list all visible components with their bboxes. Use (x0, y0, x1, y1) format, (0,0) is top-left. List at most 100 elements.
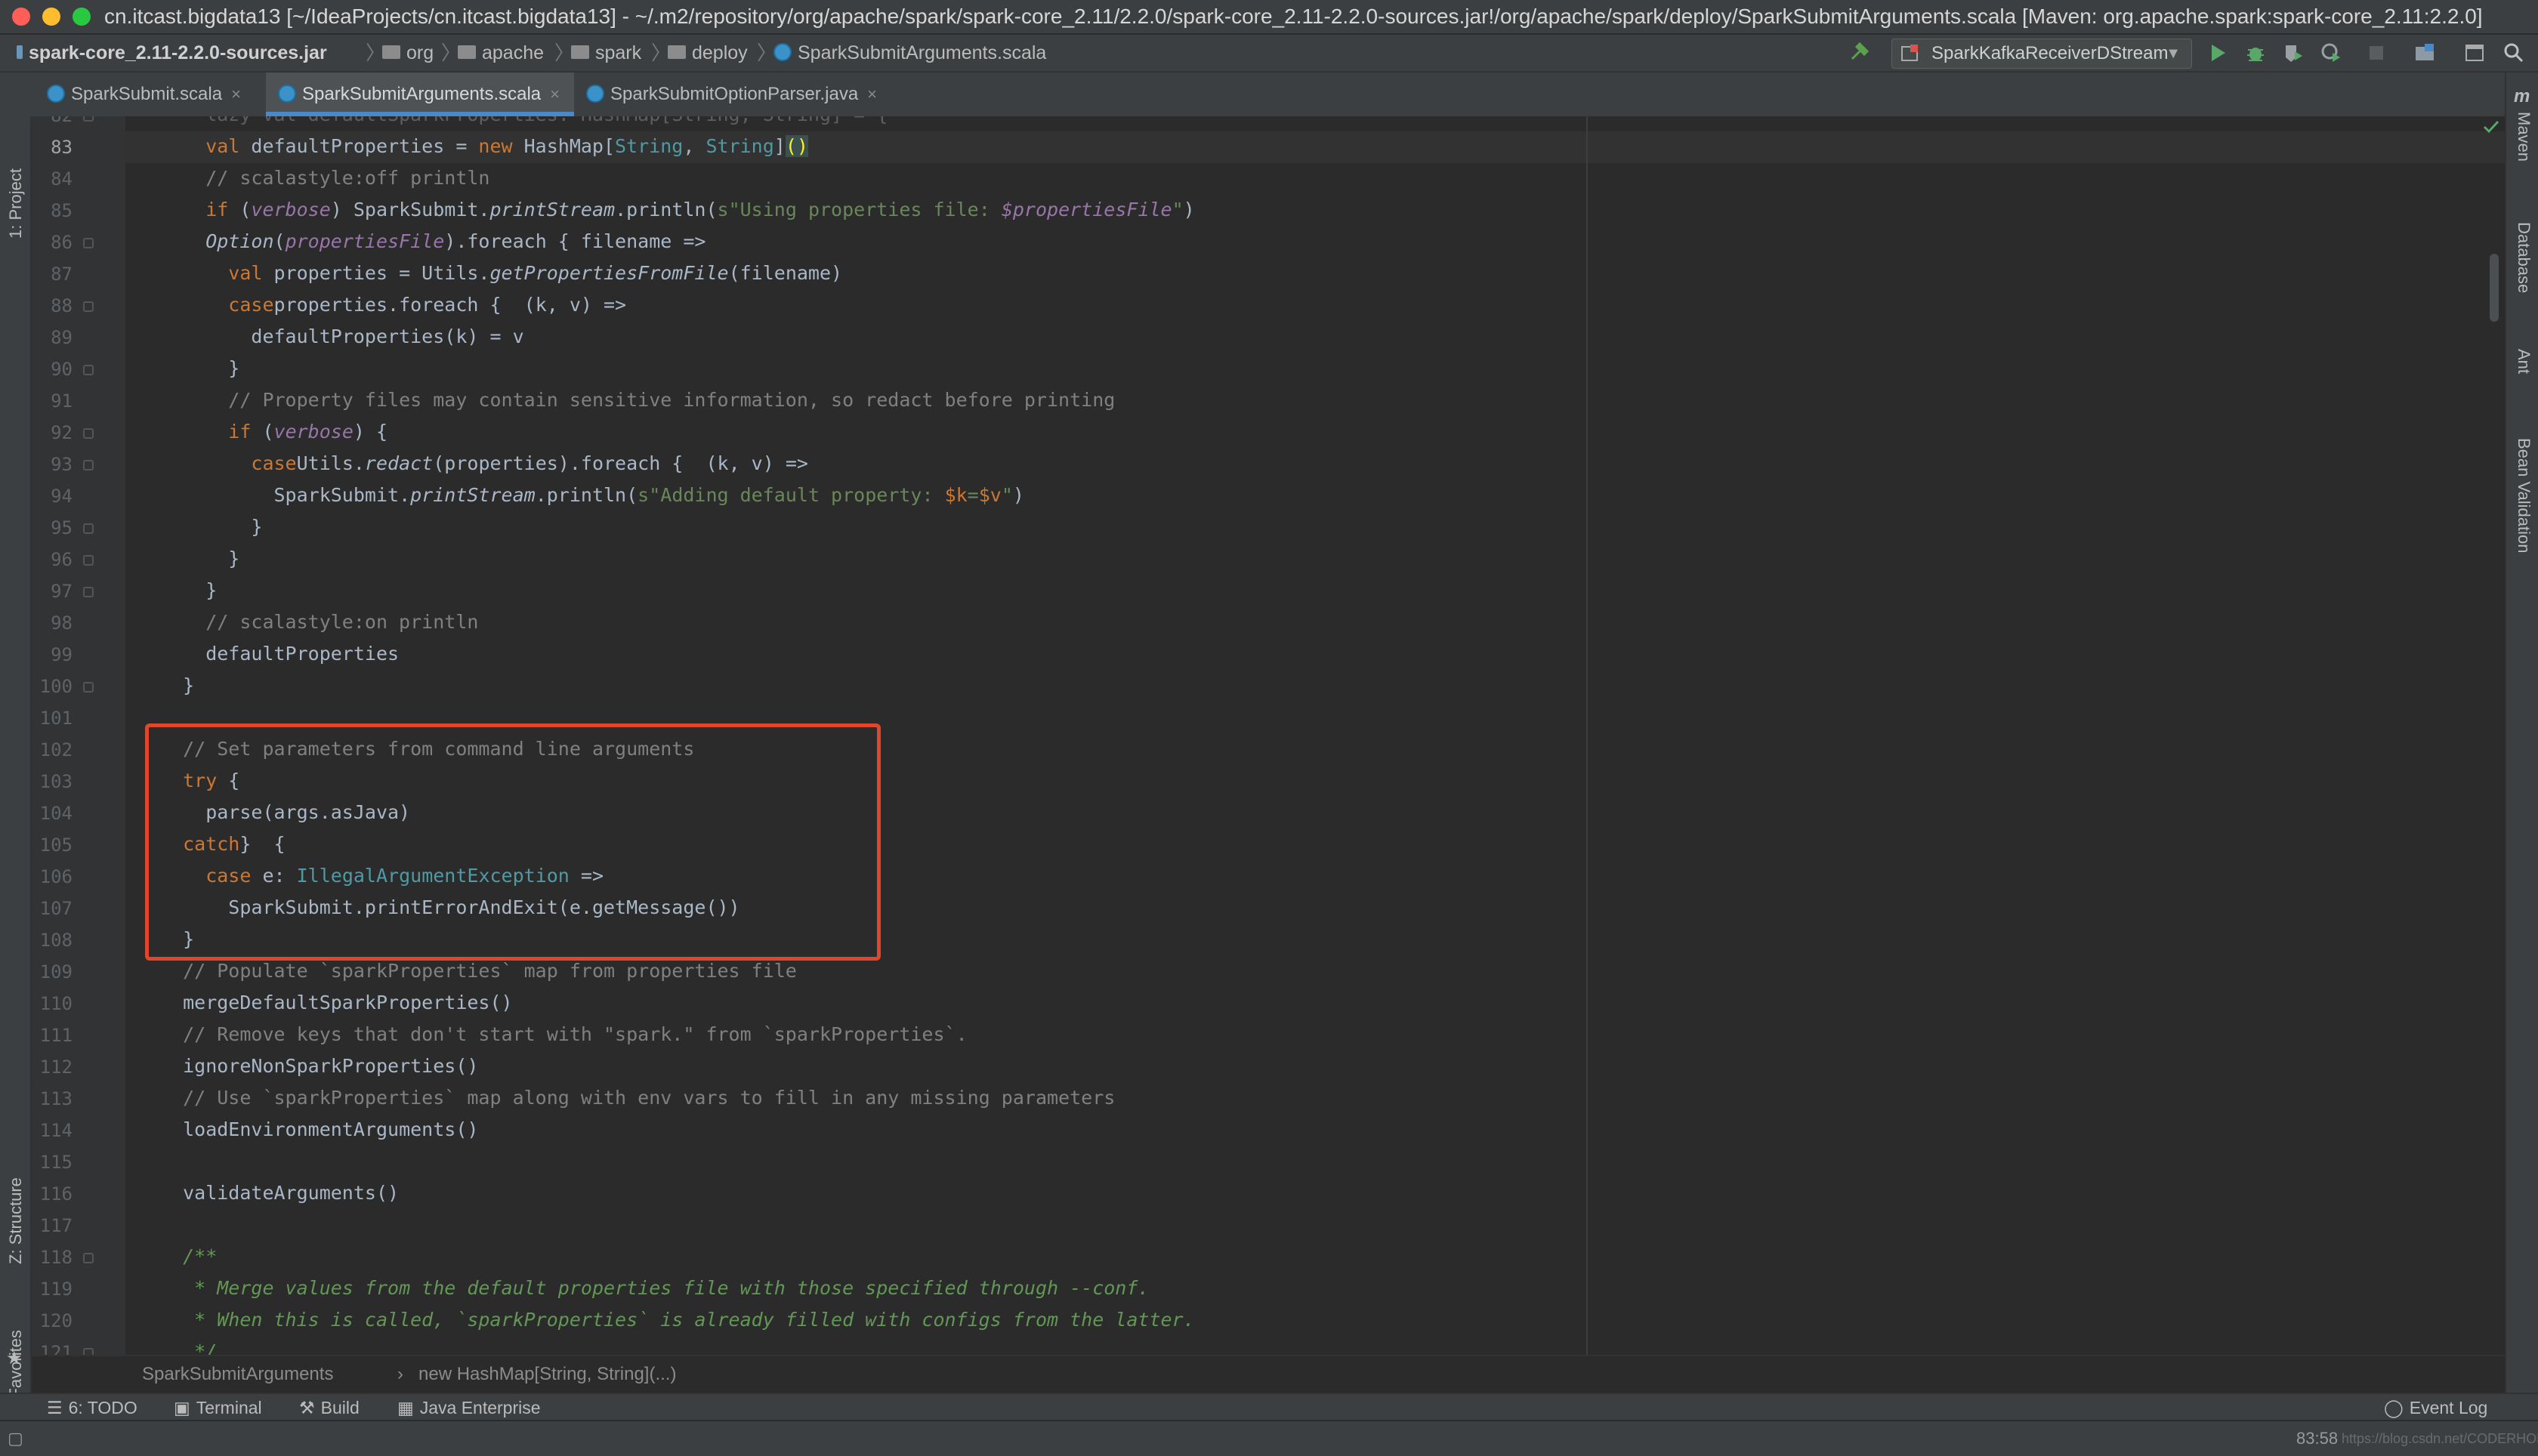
code-line: defaultProperties(k) = v (251, 325, 524, 347)
jar-icon (17, 45, 23, 60)
run-configuration-selector[interactable]: SparkKafkaReceiverDStream ▼ (1891, 39, 2192, 69)
maximize-window-button[interactable] (73, 8, 91, 26)
breadcrumb-spark[interactable]: spark (571, 35, 641, 71)
line-number: 115 (39, 1152, 73, 1173)
fold-marker-icon[interactable] (83, 1253, 94, 1263)
line-number: 111 (39, 1025, 73, 1046)
code-line: // Remove keys that don't start with "sp… (183, 1023, 968, 1045)
profile-icon[interactable] (2320, 42, 2342, 63)
fold-marker-icon[interactable] (83, 682, 94, 693)
todo-tool-button[interactable]: ☰ 6: TODO (47, 1394, 137, 1421)
chevron-down-icon: ▼ (2166, 45, 2181, 62)
line-number: 112 (39, 1057, 73, 1078)
line-number: 99 (51, 644, 73, 665)
folder-icon (571, 45, 589, 60)
fold-marker-icon[interactable] (83, 365, 94, 375)
minimize-window-button[interactable] (42, 8, 60, 26)
code-line: val defaultProperties = new HashMap[Stri… (205, 135, 808, 157)
search-icon[interactable] (2503, 42, 2524, 63)
navigation-bar: spark-core_2.11-2.2.0-sources.jar 〉 org … (0, 35, 2538, 72)
folder-icon (458, 45, 476, 60)
event-log-tool-button[interactable]: ◯ Event Log (2384, 1394, 2487, 1421)
code-line: caseproperties.foreach { (k, v) => (228, 294, 627, 316)
code-line: // Populate `sparkProperties` map from p… (183, 960, 797, 982)
line-number: 90 (51, 359, 73, 380)
window-layout-icon[interactable] (2464, 42, 2485, 63)
database-tool-button[interactable]: Database (2514, 222, 2533, 293)
tab-sparksubmitarguments[interactable]: SparkSubmitArguments.scala × (266, 72, 574, 116)
line-number: 109 (39, 961, 73, 982)
breadcrumb-apache[interactable]: apache (458, 35, 544, 71)
checkmark-icon (2483, 120, 2499, 134)
line-number: 96 (51, 549, 73, 570)
line-number: 104 (39, 803, 73, 824)
fold-marker-icon[interactable] (83, 523, 94, 534)
line-number: 89 (51, 327, 73, 348)
stop-icon[interactable] (2366, 42, 2387, 63)
breadcrumb-jar[interactable]: spark-core_2.11-2.2.0-sources.jar (17, 35, 327, 71)
breadcrumb-deploy[interactable]: deploy (668, 35, 748, 71)
line-number: 85 (51, 200, 73, 221)
line-number: 117 (39, 1215, 73, 1236)
bean-validation-tool-button[interactable]: Bean Validation (2514, 438, 2533, 554)
line-number: 98 (51, 612, 73, 634)
line-number: 94 (51, 486, 73, 507)
line-number: 87 (51, 264, 73, 285)
code-line: // Use `sparkProperties` map along with … (183, 1087, 1116, 1109)
code-line: // scalastyle:on println (205, 611, 479, 633)
tab-sparksubmit[interactable]: SparkSubmit.scala × (47, 72, 281, 116)
fold-marker-icon[interactable] (83, 428, 94, 439)
fold-marker-icon[interactable] (83, 238, 94, 248)
watermark-text: https://blog.csdn.net/CODERHOLEZHUO (2342, 1431, 2538, 1446)
line-number: 108 (39, 930, 73, 951)
fold-marker-icon[interactable] (83, 555, 94, 566)
code-line: SparkSubmit.printStream.println(s"Adding… (273, 484, 1024, 506)
code-line: // Property files may contain sensitive … (228, 389, 1116, 411)
close-window-button[interactable] (12, 8, 30, 26)
line-number: 100 (39, 676, 73, 697)
code-breadcrumb-class[interactable]: SparkSubmitArguments (142, 1356, 333, 1393)
scala-file-icon (47, 84, 65, 103)
line-number: 105 (39, 834, 73, 856)
code-breadcrumb-expression[interactable]: new HashMap[String, String](...) (418, 1356, 676, 1393)
line-number: 119 (39, 1279, 73, 1300)
maven-tool-button[interactable]: Maven (2514, 112, 2533, 162)
terminal-icon: ▣ (174, 1398, 190, 1417)
editor-tab-bar: SparkSubmit.scala × SparkSubmitArguments.… (30, 72, 2505, 118)
ant-tool-button[interactable]: Ant (2514, 349, 2533, 374)
line-number: 88 (51, 295, 73, 316)
code-breadcrumb: SparkSubmitArguments › new HashMap[Strin… (32, 1355, 2505, 1393)
project-structure-icon[interactable] (2414, 42, 2435, 63)
close-tab-icon[interactable]: × (867, 85, 877, 103)
terminal-tool-button[interactable]: ▣ Terminal (174, 1394, 262, 1421)
line-number: 92 (51, 422, 73, 443)
build-hammer-icon[interactable] (1849, 42, 1870, 63)
coverage-icon[interactable] (2283, 42, 2304, 63)
code-line: // scalastyle:off println (205, 167, 490, 189)
fold-marker-icon[interactable] (83, 587, 94, 597)
close-tab-icon[interactable]: × (231, 85, 241, 103)
tab-sparksubmitoptionparser[interactable]: SparkSubmitOptionParser.java × (580, 72, 934, 116)
scala-file-icon (278, 84, 296, 103)
run-icon[interactable] (2207, 42, 2228, 63)
code-line: Option(propertiesFile).foreach { filenam… (205, 230, 706, 252)
fold-marker-icon[interactable] (83, 460, 94, 470)
editor-scrollbar-thumb[interactable] (2490, 254, 2499, 322)
build-tool-button[interactable]: ⚒ Build (299, 1394, 360, 1421)
scala-class-icon (773, 43, 792, 62)
line-number: 102 (39, 739, 73, 760)
code-line: } (205, 579, 218, 601)
line-number: 113 (39, 1088, 73, 1109)
debug-icon[interactable] (2245, 42, 2266, 63)
caret-position[interactable]: 83:58 (2296, 1421, 2338, 1456)
toggle-tool-windows-icon[interactable]: ▢ (8, 1421, 23, 1456)
code-line: caseUtils.redact(properties).foreach { (… (251, 452, 808, 474)
line-number: 106 (39, 866, 73, 887)
line-number: 91 (51, 390, 73, 412)
fold-marker-icon[interactable] (83, 301, 94, 312)
close-tab-icon[interactable]: × (550, 85, 560, 103)
breadcrumb-file[interactable]: SparkSubmitArguments.scala (773, 35, 1046, 71)
tool-window-bar: ☰ 6: TODO ▣ Terminal ⚒ Build ▦ Java Enterpri… (0, 1393, 2538, 1421)
breadcrumb-org[interactable]: org (382, 35, 434, 71)
java-enterprise-tool-button[interactable]: ▦ Java Enterprise (397, 1394, 541, 1421)
